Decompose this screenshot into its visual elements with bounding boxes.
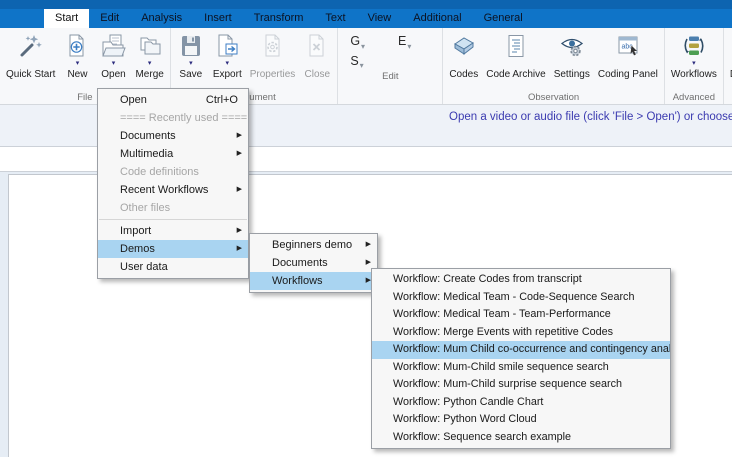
dropdown-arrow-icon: ▾ [75, 60, 80, 67]
code-archive-icon [503, 31, 529, 61]
menu-item-documents[interactable]: Documents ▶ [98, 127, 248, 145]
dropdown-arrow-icon: ▾ [359, 61, 364, 70]
menu-item-beginners-demo[interactable]: Beginners demo ▶ [250, 236, 377, 254]
title-bar [0, 0, 732, 9]
coding-panel-button[interactable]: abc Coding Panel [594, 30, 662, 81]
tab-text[interactable]: Text [314, 9, 356, 28]
merge-button[interactable]: ▾ Merge [131, 30, 167, 81]
tab-additional[interactable]: Additional [402, 9, 472, 28]
new-document-icon [64, 31, 90, 61]
save-button[interactable]: ▾ Save [173, 30, 209, 81]
menu-item-demos[interactable]: Demos ▶ [98, 240, 248, 258]
g-dropdown-button[interactable]: G▾ [350, 34, 384, 51]
code-archive-button[interactable]: Code Archive [482, 30, 549, 81]
merge-folders-icon [137, 31, 163, 61]
group-label-advanced: Advanced [672, 92, 715, 103]
workflow-boxes-icon [681, 31, 707, 61]
properties-document-icon [260, 31, 286, 61]
dropdown-arrow-icon: ▾ [189, 60, 193, 67]
menu-item-workflow-python-word-cloud[interactable]: Workflow: Python Word Cloud [372, 411, 670, 429]
keyboard-key-icon [451, 31, 477, 61]
submenu-arrow-icon: ▶ [236, 132, 242, 139]
coding-panel-icon: abc [615, 31, 641, 61]
close-document-icon [304, 31, 330, 61]
submenu-arrow-icon: ▶ [236, 245, 242, 252]
menu-item-workflow-sequence-search[interactable]: Workflow: Sequence search example [372, 429, 670, 447]
properties-button[interactable]: Properties [246, 30, 300, 81]
open-folder-icon [100, 31, 127, 61]
menu-item-demos-workflows[interactable]: Workflows ▶ [250, 272, 377, 290]
workflows-submenu: Workflow: Create Codes from transcript W… [371, 268, 671, 449]
submenu-arrow-icon: ▶ [236, 186, 242, 193]
tab-insert[interactable]: Insert [193, 9, 243, 28]
dropdown-arrow-icon: ▾ [225, 60, 230, 67]
menu-item-import[interactable]: Import ▶ [98, 222, 248, 240]
documentation-button[interactable]: ? ▾ Documentation [726, 30, 732, 81]
demos-submenu: Beginners demo ▶ Documents ▶ Workflows ▶ [249, 233, 378, 293]
application-window: Start Edit Analysis Insert Transform Tex… [0, 0, 732, 457]
open-file-hint-text: Open a video or audio file (click 'File … [449, 111, 732, 123]
group-label-edit: Edit [382, 71, 399, 82]
menu-item-recent-workflows[interactable]: Recent Workflows ▶ [98, 181, 248, 199]
menu-item-recently-used-header: ==== Recently used ==== [120, 112, 248, 124]
dropdown-arrow-icon: ▾ [692, 60, 696, 67]
submenu-arrow-icon: ▶ [365, 241, 371, 248]
ribbon-tab-bar: Start Edit Analysis Insert Transform Tex… [0, 9, 732, 28]
menu-item-demos-documents[interactable]: Documents ▶ [250, 254, 377, 272]
ribbon-group-edit: G▾ E▾ S▾ Edit [338, 28, 444, 104]
tab-analysis[interactable]: Analysis [130, 9, 193, 28]
dropdown-arrow-icon: ▾ [111, 60, 116, 67]
tab-view[interactable]: View [357, 9, 403, 28]
export-document-icon [214, 31, 240, 61]
menu-item-user-data[interactable]: User data [98, 258, 248, 276]
open-dropdown-menu: Open Ctrl+O ==== Recently used ==== Docu… [97, 88, 249, 279]
workflows-button[interactable]: ▾ Workflows [667, 30, 721, 81]
menu-item-workflow-mum-child-cooccurrence[interactable]: Workflow: Mum Child co-occurrence and co… [372, 341, 670, 359]
dropdown-arrow-icon: ▾ [361, 41, 366, 51]
tab-start[interactable]: Start [44, 9, 90, 28]
open-button[interactable]: ▾ Open [95, 30, 131, 81]
submenu-arrow-icon: ▶ [236, 150, 242, 157]
menu-item-multimedia[interactable]: Multimedia ▶ [98, 145, 248, 163]
e-dropdown-button[interactable]: E▾ [398, 34, 430, 51]
menu-item-workflow-create-codes[interactable]: Workflow: Create Codes from transcript [372, 271, 670, 289]
new-button[interactable]: ▾ New [59, 30, 95, 81]
dropdown-arrow-icon: ▾ [147, 60, 152, 67]
export-button[interactable]: ▾ Export [209, 30, 246, 81]
ribbon-group-help: ? ▾ Documentation Help [724, 28, 732, 104]
menu-item-open[interactable]: Open Ctrl+O [98, 91, 248, 109]
dropdown-arrow-icon: ▾ [407, 41, 412, 51]
ribbon-group-observation: Codes Code Archive Settings abc Coding P… [443, 28, 665, 104]
menu-item-workflow-medical-team-performance[interactable]: Workflow: Medical Team - Team-Performanc… [372, 306, 670, 324]
tab-transform[interactable]: Transform [243, 9, 315, 28]
menu-item-workflow-merge-events[interactable]: Workflow: Merge Events with repetitive C… [372, 324, 670, 342]
group-label-help: Help [726, 91, 732, 104]
ribbon-group-advanced: ▾ Workflows Advanced [665, 28, 724, 104]
settings-button[interactable]: Settings [550, 30, 594, 81]
shortcut-label: Ctrl+O [205, 94, 238, 106]
tab-edit[interactable]: Edit [89, 9, 130, 28]
menu-separator [99, 219, 247, 220]
codes-button[interactable]: Codes [445, 30, 482, 81]
menu-item-code-definitions: Code definitions [120, 166, 199, 178]
eye-gear-icon [559, 31, 585, 61]
tab-general[interactable]: General [473, 9, 534, 28]
quick-start-button[interactable]: Quick Start [2, 30, 59, 81]
save-floppy-icon [178, 31, 204, 61]
menu-item-other-files: Other files [120, 202, 171, 214]
submenu-arrow-icon: ▶ [236, 227, 242, 234]
menu-item-workflow-python-candle-chart[interactable]: Workflow: Python Candle Chart [372, 394, 670, 412]
menu-item-workflow-medical-code-sequence[interactable]: Workflow: Medical Team - Code-Sequence S… [372, 289, 670, 307]
menu-item-workflow-mum-child-smile[interactable]: Workflow: Mum-Child smile sequence searc… [372, 359, 670, 377]
magic-wand-icon [18, 31, 44, 61]
close-button[interactable]: Close [299, 30, 335, 81]
menu-item-workflow-mum-child-surprise[interactable]: Workflow: Mum-Child surprise sequence se… [372, 376, 670, 394]
group-label-observation: Observation [527, 92, 580, 103]
s-dropdown-button[interactable]: S▾ [350, 54, 384, 71]
